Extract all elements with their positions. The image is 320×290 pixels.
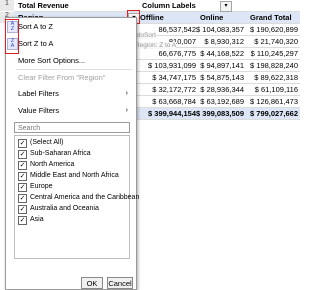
sort-a-to-z-item[interactable]: Sort A to Z — [6, 21, 136, 33]
search-input[interactable]: Search — [14, 122, 130, 133]
filter-checkbox-list: ✓ (Select All) ✓ Sub-Saharan Africa ✓ North… — [14, 135, 139, 259]
clear-filter-item: Clear Filter From "Region" — [6, 72, 136, 84]
checkbox-label: Australia and Oceania — [30, 205, 99, 212]
autosort-tooltip-detail: Region: Z to A — [135, 42, 177, 49]
chevron-right-icon: › — [125, 90, 128, 97]
online-value: $ 63,192,689 — [200, 97, 244, 106]
checkbox-checked-icon[interactable]: ✓ — [18, 161, 27, 170]
ok-button[interactable]: OK — [81, 277, 103, 289]
column-labels-header[interactable]: Column Labels — [142, 0, 222, 11]
grand-total-value: $ 126,861,473 — [250, 97, 298, 106]
autosort-tooltip: otoSort — [135, 32, 156, 39]
online-total: $ 399,083,509 — [196, 109, 244, 118]
offline-total: $ 399,944,154 — [148, 109, 196, 118]
menu-divider — [16, 69, 132, 70]
online-value: $ 44,168,522 — [200, 49, 244, 58]
grand-total-total: $ 799,027,662 — [250, 109, 298, 118]
checkbox-item[interactable]: ✓ North America — [18, 160, 74, 170]
offline-value: $ 63,668,784 — [152, 97, 196, 106]
checkbox-item[interactable]: ✓ Asia — [18, 215, 44, 225]
chevron-right-icon: › — [125, 107, 128, 114]
grand-total-value: $ 190,620,899 — [250, 25, 298, 34]
checkbox-label: Asia — [30, 216, 44, 223]
checkbox-checked-icon[interactable]: ✓ — [18, 139, 27, 148]
checkbox-select-all[interactable]: ✓ (Select All) — [18, 138, 63, 148]
offline-value: 66,676,775 — [158, 49, 196, 58]
grand-total-value: $ 89,622,318 — [254, 73, 298, 82]
offline-header: Offline — [140, 13, 164, 22]
checkbox-item[interactable]: ✓ Europe — [18, 182, 53, 192]
grand-total-value: $ 198,828,240 — [250, 61, 298, 70]
checkbox-item[interactable]: ✓ Sub-Saharan Africa — [18, 149, 91, 159]
online-value: $ 8,930,312 — [204, 37, 244, 46]
clear-filter-label: Clear Filter From "Region" — [18, 73, 106, 82]
row-number: 1 — [0, 0, 15, 11]
total-revenue-label: Total Revenue — [18, 1, 69, 10]
sort-icons-highlight — [5, 19, 19, 54]
grand-total-value: $ 61,109,116 — [254, 85, 298, 94]
offline-value: $ 103,931,099 — [148, 61, 196, 70]
grand-total-value: $ 110,245,297 — [250, 49, 298, 58]
checkbox-label: Sub-Saharan Africa — [30, 150, 91, 157]
region-filter-menu: Sort A to Z AZ Sort Z to A ZA More Sort … — [5, 17, 139, 290]
online-value: $ 104,083,357 — [196, 25, 244, 34]
checkbox-item[interactable]: ✓ Australia and Oceania — [18, 204, 99, 214]
column-labels-dropdown-button[interactable]: ▾ — [220, 1, 232, 12]
checkbox-checked-icon[interactable]: ✓ — [18, 150, 27, 159]
sort-a-to-z-label: Sort A to Z — [18, 22, 54, 31]
online-header: Online — [200, 13, 224, 22]
checkbox-label: Europe — [30, 183, 53, 190]
checkbox-label: Central America and the Caribbean — [30, 194, 140, 201]
offline-value: $ 32,172,772 — [152, 85, 196, 94]
checkbox-checked-icon[interactable]: ✓ — [18, 183, 27, 192]
checkbox-label: (Select All) — [30, 139, 64, 146]
more-sort-options-item[interactable]: More Sort Options... — [6, 55, 136, 67]
online-value: $ 28,936,344 — [200, 85, 244, 94]
checkbox-checked-icon[interactable]: ✓ — [18, 194, 27, 203]
cancel-button[interactable]: Cancel — [107, 277, 133, 289]
sort-z-to-a-item[interactable]: Sort Z to A — [6, 38, 136, 50]
value-filters-item[interactable]: Value Filters › — [6, 105, 136, 117]
label-filters-item[interactable]: Label Filters › — [6, 88, 136, 100]
offline-value: $ 34,747,175 — [152, 73, 196, 82]
label-filters-label: Label Filters — [18, 89, 59, 98]
online-value: $ 54,875,143 — [200, 73, 244, 82]
checkbox-checked-icon[interactable]: ✓ — [18, 172, 27, 181]
checkbox-label: Middle East and North Africa — [30, 172, 119, 179]
sort-z-to-a-label: Sort Z to A — [18, 39, 54, 48]
checkbox-item[interactable]: ✓ Middle East and North Africa — [18, 171, 119, 181]
grand-total-value: $ 21,740,320 — [254, 37, 298, 46]
pivot-header-row-1: Total Revenue Column Labels ▾ — [14, 0, 300, 12]
grand-total-header: Grand Total — [250, 13, 292, 22]
online-value: $ 94,897,141 — [200, 61, 244, 70]
value-filters-label: Value Filters — [18, 106, 60, 115]
more-sort-options-label: More Sort Options... — [18, 56, 86, 65]
checkbox-item[interactable]: ✓ Central America and the Caribbean — [18, 193, 139, 203]
checkbox-checked-icon[interactable]: ✓ — [18, 216, 27, 225]
checkbox-checked-icon[interactable]: ✓ — [18, 205, 27, 214]
checkbox-label: North America — [30, 161, 75, 168]
